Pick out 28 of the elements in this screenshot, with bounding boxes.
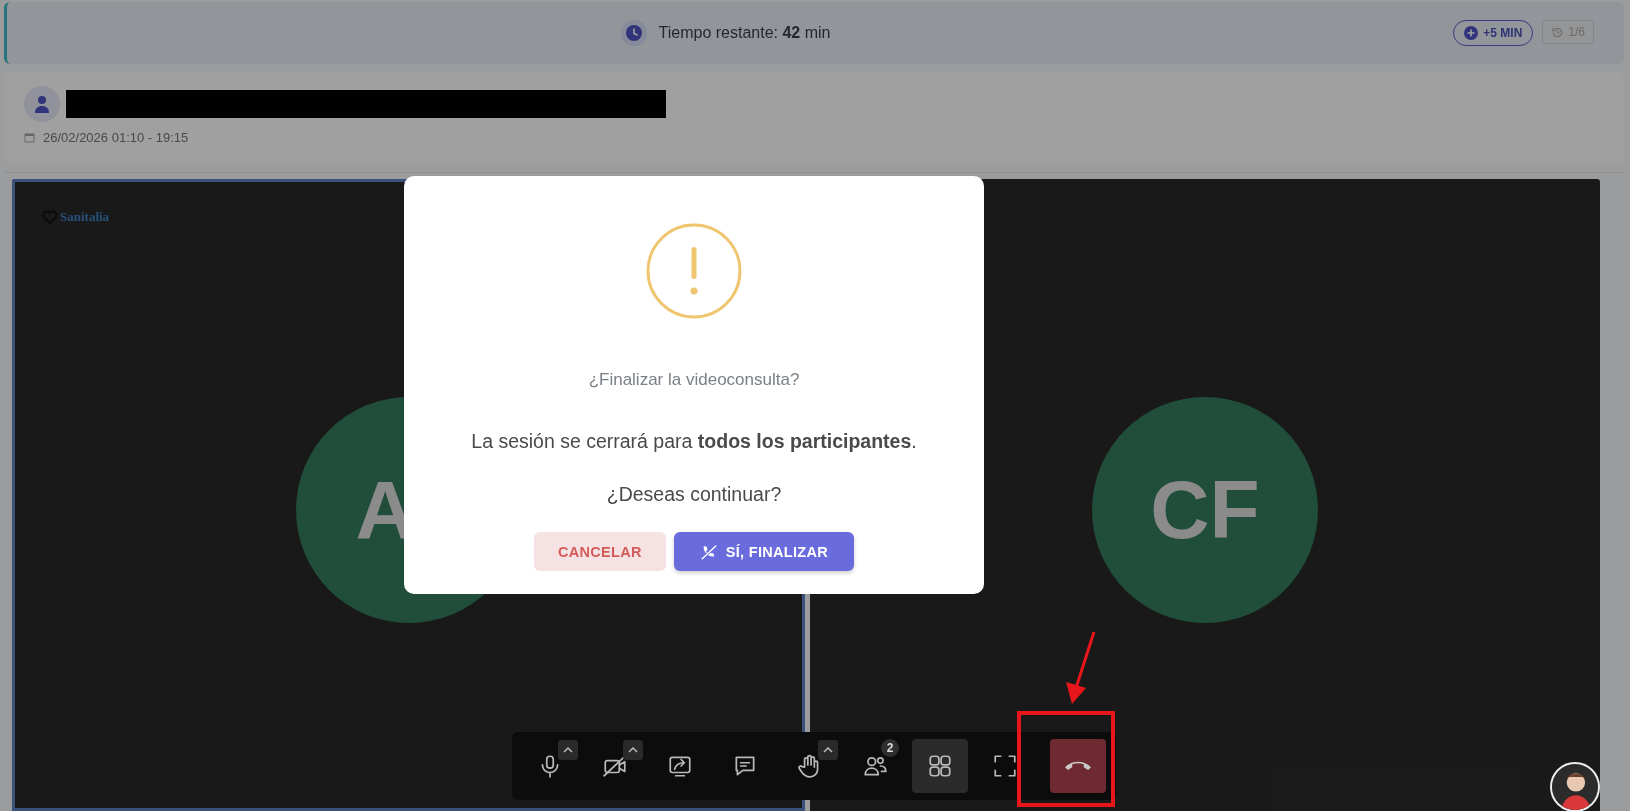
participant-initials: CF [1092,397,1318,623]
person-icon [1552,764,1598,810]
phone-hangup-icon [1065,761,1091,771]
phone-off-icon [699,542,718,561]
end-call-button[interactable] [1050,739,1106,793]
appointment-date: 26/02/2026 01:10 - 19:15 [43,130,189,145]
share-screen-icon [667,753,693,779]
person-icon [32,94,52,114]
cancel-button[interactable]: CANCELAR [534,532,666,571]
chat-bubble-icon [732,753,758,779]
confirm-button[interactable]: SÍ, FINALIZAR [673,532,854,571]
clock-icon [620,20,647,46]
fullscreen-icon [992,753,1018,779]
count-badge: 2 [881,739,899,757]
plus-icon [1464,26,1479,40]
grid-icon [927,753,953,779]
caret-button[interactable] [558,740,578,760]
caret-button[interactable] [623,740,643,760]
dialog-title: ¿Finalizar la videoconsulta? [588,370,800,390]
caret-button[interactable] [818,740,838,760]
time-remaining: Tiempo restante: 42 min [658,24,831,42]
warning-icon [645,222,743,320]
toolbar-button[interactable]: 2 [847,739,903,793]
toolbar-button[interactable] [912,739,968,793]
calendar-icon [24,132,35,143]
clinic-logo: Sanitalia [42,209,110,225]
dialog-question: ¿Deseas continuar? [606,483,782,506]
history-icon [1551,25,1565,39]
